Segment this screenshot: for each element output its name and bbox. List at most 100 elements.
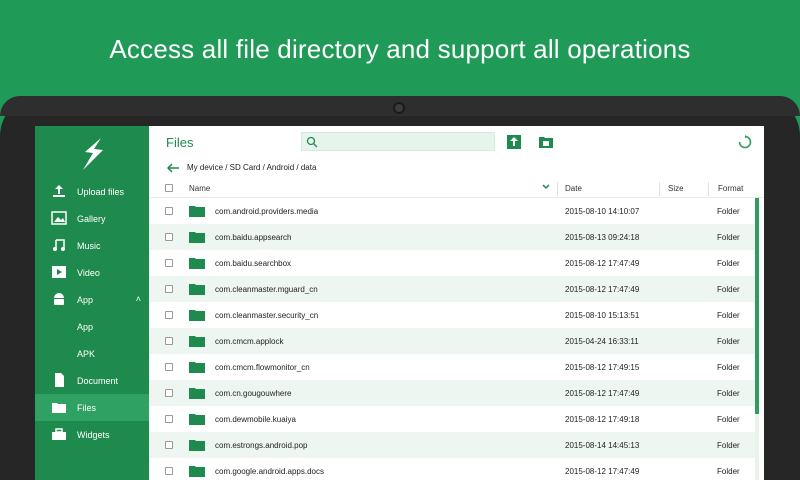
sidebar-subitem-app[interactable]: App (35, 313, 149, 340)
sidebar-item-label: APK (77, 349, 96, 359)
file-date: 2015-08-10 14:10:07 (565, 207, 640, 216)
sidebar-item-label: Music (77, 241, 101, 251)
folder-icon (189, 232, 205, 243)
row-checkbox[interactable] (165, 259, 173, 267)
file-format: Folder (717, 337, 740, 346)
sidebar-item-video[interactable]: Video (35, 259, 149, 286)
row-checkbox[interactable] (165, 415, 173, 423)
folder-icon (189, 466, 205, 477)
upload-icon (53, 185, 65, 197)
sidebar-item-label: Video (77, 268, 100, 278)
table-row[interactable]: com.estrongs.android.pop 2015-08-14 14:45… (149, 432, 755, 458)
table-row[interactable]: com.baidu.searchbox 2015-08-12 17:47:49 Fo… (149, 250, 755, 276)
sidebar-item-document[interactable]: Document (35, 367, 149, 394)
folder-icon (189, 284, 205, 295)
file-format: Folder (717, 467, 740, 476)
column-divider (708, 182, 709, 196)
row-checkbox[interactable] (165, 337, 173, 345)
folder-icon (189, 388, 205, 399)
sidebar-item-label: App (77, 295, 94, 305)
table-header: Name Date Size Format (149, 180, 764, 198)
folder-icon (189, 440, 205, 451)
app-screen: Upload files Gallery Music Video App ˄ A… (35, 126, 764, 480)
chevron-down-icon[interactable] (541, 182, 551, 192)
row-checkbox[interactable] (165, 389, 173, 397)
column-divider (659, 182, 660, 196)
back-arrow-icon[interactable] (167, 163, 179, 173)
file-date: 2015-08-12 17:49:15 (565, 363, 640, 372)
file-date: 2015-08-12 17:49:18 (565, 415, 640, 424)
breadcrumb-path[interactable]: My device / SD Card / Android / data (187, 163, 316, 172)
sidebar-item-gallery[interactable]: Gallery (35, 205, 149, 232)
file-format: Folder (717, 311, 740, 320)
column-divider (557, 182, 558, 196)
scrollbar-thumb[interactable] (755, 198, 759, 414)
search-input[interactable] (301, 132, 495, 151)
page-title: Files (166, 135, 194, 150)
refresh-icon[interactable] (738, 135, 752, 149)
android-icon (54, 293, 64, 305)
app-logo-icon (83, 138, 103, 170)
sidebar-item-label: App (77, 322, 94, 332)
folder-icon (189, 258, 205, 269)
file-date: 2015-08-10 15:13:51 (565, 311, 640, 320)
sidebar-item-widgets[interactable]: Widgets (35, 421, 149, 448)
folder-icon (52, 403, 66, 413)
sidebar-item-app[interactable]: App ˄ (35, 286, 149, 313)
file-format: Folder (717, 363, 740, 372)
select-all-checkbox[interactable] (165, 184, 173, 192)
file-date: 2015-08-12 17:47:49 (565, 389, 640, 398)
sidebar-item-label: Upload files (77, 187, 125, 197)
file-name: com.cmcm.applock (215, 337, 284, 346)
table-row[interactable]: com.android.providers.media 2015-08-10 14… (149, 198, 755, 224)
column-header-size[interactable]: Size (668, 184, 684, 193)
column-header-name[interactable]: Name (189, 184, 210, 193)
row-checkbox[interactable] (165, 467, 173, 475)
sidebar-item-label: Files (77, 403, 97, 413)
file-date: 2015-08-12 17:47:49 (565, 467, 640, 476)
sidebar-item-upload-files[interactable]: Upload files (35, 178, 149, 205)
file-format: Folder (717, 441, 740, 450)
row-checkbox[interactable] (165, 363, 173, 371)
sidebar-subitem-apk[interactable]: APK (35, 340, 149, 367)
file-name: com.cleanmaster.mguard_cn (215, 285, 318, 294)
row-checkbox[interactable] (165, 311, 173, 319)
row-checkbox[interactable] (165, 233, 173, 241)
new-folder-button[interactable] (538, 134, 554, 150)
table-row[interactable]: com.cmcm.applock 2015-04-24 16:33:11 Folde… (149, 328, 755, 354)
sidebar-item-music[interactable]: Music (35, 232, 149, 259)
file-name: com.cmcm.flowmonitor_cn (215, 363, 310, 372)
file-name: com.baidu.appsearch (215, 233, 292, 242)
row-checkbox[interactable] (165, 441, 173, 449)
table-row[interactable]: com.dewmobile.kuaiya 2015-08-12 17:49:18 F… (149, 406, 755, 432)
sidebar-item-label: Widgets (77, 430, 110, 440)
table-row[interactable]: com.baidu.appsearch 2015-08-13 09:24:18 Fo… (149, 224, 755, 250)
table-row[interactable]: com.cleanmaster.security_cn 2015-08-10 15… (149, 302, 755, 328)
file-date: 2015-08-13 09:24:18 (565, 233, 640, 242)
row-checkbox[interactable] (165, 285, 173, 293)
file-list: com.android.providers.media 2015-08-10 14… (149, 198, 764, 480)
file-name: com.cleanmaster.security_cn (215, 311, 319, 320)
table-row[interactable]: com.google.android.apps.docs 2015-08-12 1… (149, 458, 755, 480)
table-row[interactable]: com.cleanmaster.mguard_cn 2015-08-12 17:4… (149, 276, 755, 302)
column-header-date[interactable]: Date (565, 184, 582, 193)
folder-icon (189, 206, 205, 217)
file-name: com.android.providers.media (215, 207, 319, 216)
table-row[interactable]: com.cmcm.flowmonitor_cn 2015-08-12 17:49:… (149, 354, 755, 380)
table-row[interactable]: com.cn.gougouwhere 2015-08-12 17:47:49 Fol… (149, 380, 755, 406)
sidebar-item-label: Gallery (77, 214, 106, 224)
toolbox-icon (52, 428, 66, 440)
column-header-format[interactable]: Format (718, 184, 743, 193)
upload-file-button[interactable] (506, 134, 522, 150)
main-panel: Files My device / SD Card / Android / da… (149, 126, 764, 480)
file-date: 2015-08-14 14:45:13 (565, 441, 640, 450)
file-name: com.estrongs.android.pop (215, 441, 308, 450)
chevron-up-icon[interactable]: ˄ (136, 294, 141, 304)
sidebar-item-files[interactable]: Files (35, 394, 149, 421)
promo-headline: Access all file directory and support al… (109, 34, 691, 64)
folder-icon (189, 310, 205, 321)
sidebar-item-label: Document (77, 376, 119, 386)
file-date: 2015-08-12 17:47:49 (565, 259, 640, 268)
row-checkbox[interactable] (165, 207, 173, 215)
file-name: com.baidu.searchbox (215, 259, 292, 268)
